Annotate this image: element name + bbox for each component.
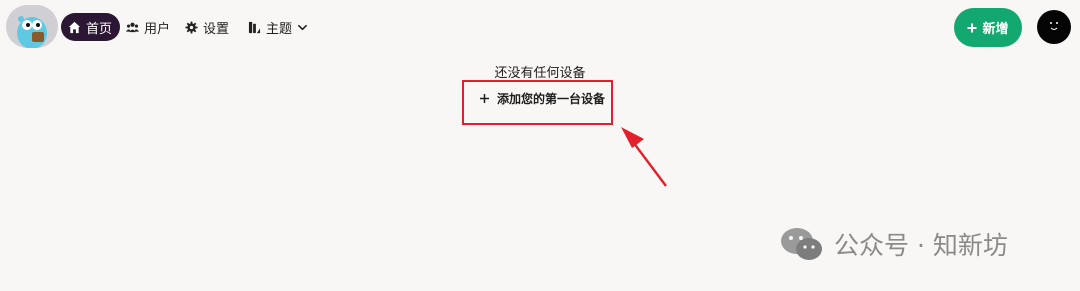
watermark-text: 公众号 · 知新坊 <box>834 231 1008 260</box>
watermark: 公众号 · 知新坊 <box>780 226 1008 262</box>
wechat-icon <box>781 228 822 260</box>
